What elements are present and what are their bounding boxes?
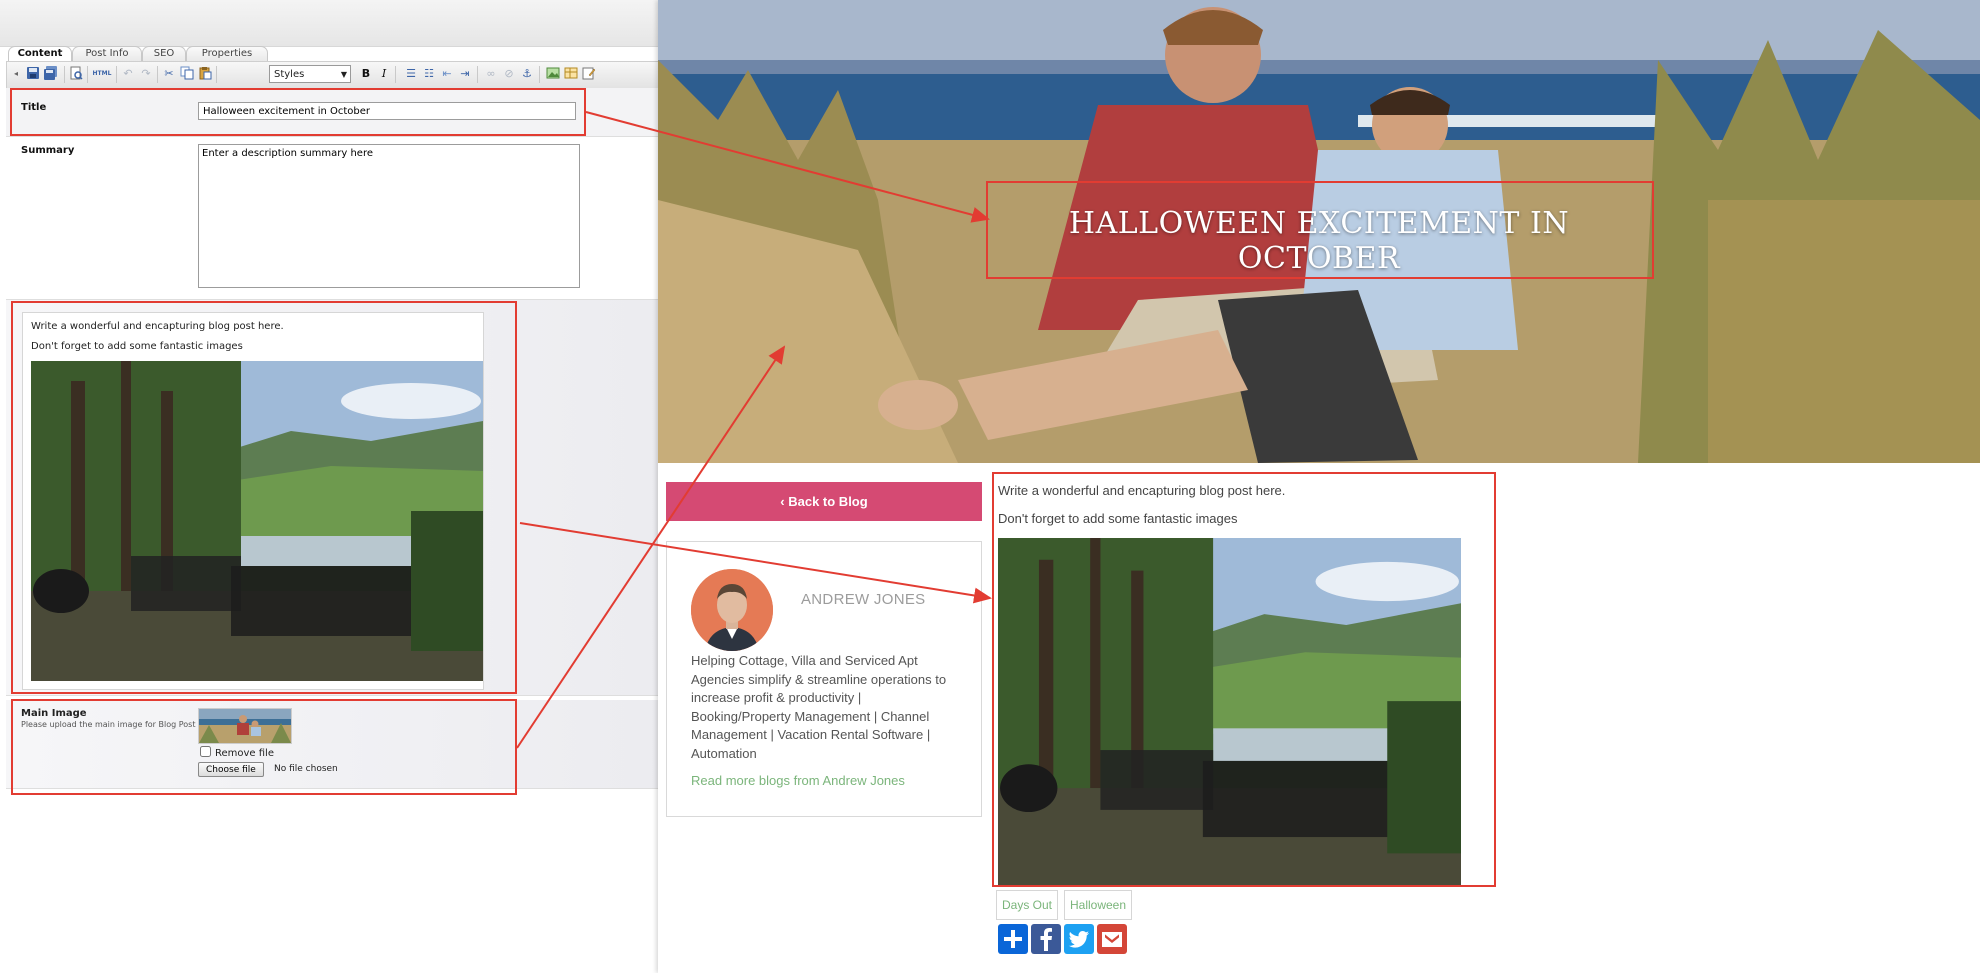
toolbar-separator [539, 66, 540, 83]
post-paragraph: Write a wonderful and encapturing blog p… [998, 483, 1286, 498]
editor-paragraph: Don't forget to add some fantastic image… [31, 341, 243, 352]
toolbar-separator [116, 66, 117, 83]
toolbar-separator [64, 66, 65, 83]
insert-table-icon[interactable] [563, 66, 579, 82]
indent-icon[interactable]: ⇥ [457, 66, 473, 82]
editor-paragraph: Write a wonderful and encapturing blog p… [31, 321, 284, 332]
back-to-blog-label: Back to Blog [788, 494, 868, 509]
main-image-field-row: Main Image Please upload the main image … [6, 700, 658, 789]
summary-textarea[interactable]: Enter a description summary here [198, 144, 580, 288]
title-label: Title [21, 102, 47, 113]
undo-icon[interactable]: ↶ [120, 66, 136, 82]
toolbar-separator [157, 66, 158, 83]
remove-file-label: Remove file [215, 748, 274, 759]
paste-icon[interactable] [197, 66, 213, 82]
title-field-row: Title [6, 88, 658, 137]
hero-title: HALLOWEEN EXCITEMENT IN OCTOBER [1068, 206, 1570, 276]
share-add-button[interactable] [998, 924, 1028, 954]
cut-icon[interactable]: ✂ [161, 66, 177, 82]
save-all-icon[interactable] [43, 66, 59, 82]
share-facebook-button[interactable] [1031, 924, 1061, 954]
share-twitter-button[interactable] [1064, 924, 1094, 954]
tab-properties[interactable]: Properties [186, 46, 268, 61]
avatar [691, 569, 773, 651]
copy-icon[interactable] [179, 66, 195, 82]
summary-field-row: Summary Enter a description summary here [6, 137, 658, 300]
back-to-blog-button[interactable]: ‹ Back to Blog [666, 482, 982, 521]
gmail-icon [1102, 932, 1122, 947]
italic-button[interactable]: I [376, 66, 392, 82]
html-source-button[interactable]: HTML [91, 66, 113, 82]
unlink-icon[interactable]: ⊘ [501, 66, 517, 82]
choose-file-button[interactable]: Choose file [198, 762, 264, 777]
cms-editor-panel: Content Post Info SEO Properties ◂ HTML … [0, 0, 658, 973]
insert-image-icon[interactable] [545, 66, 561, 82]
numbered-list-icon[interactable]: ☷ [421, 66, 437, 82]
hero-image: HALLOWEEN EXCITEMENT IN OCTOBER [658, 0, 1980, 463]
read-more-author-link[interactable]: Read more blogs from Andrew Jones [691, 773, 905, 788]
edit-form-icon[interactable] [581, 66, 597, 82]
tag-days-out[interactable]: Days Out [996, 890, 1059, 920]
styles-select[interactable]: Styles ▼ [269, 65, 351, 83]
title-input[interactable] [198, 102, 576, 120]
author-name: ANDREW JONES [801, 591, 926, 608]
remove-file-checkbox[interactable] [200, 746, 211, 757]
anchor-icon[interactable]: ⚓ [519, 66, 535, 82]
main-image-thumbnail [198, 708, 292, 744]
tab-seo[interactable]: SEO [142, 46, 186, 61]
preview-icon[interactable] [68, 66, 84, 82]
author-bio: Helping Cottage, Villa and Serviced Apt … [691, 653, 947, 761]
main-image-help-text: Please upload the main image for Blog Po… [21, 720, 196, 729]
toolbar-separator [87, 66, 88, 83]
chevron-down-icon: ▼ [340, 70, 347, 79]
blog-post-preview: HALLOWEEN EXCITEMENT IN OCTOBER ‹ Back t… [658, 0, 1980, 973]
share-gmail-button[interactable] [1097, 924, 1127, 954]
summary-label: Summary [21, 145, 75, 156]
no-file-chosen-text: No file chosen [274, 764, 338, 774]
tab-content[interactable]: Content [8, 46, 72, 62]
save-icon[interactable] [25, 66, 41, 82]
toolbar-separator [216, 66, 217, 83]
bulleted-list-icon[interactable]: ☰ [403, 66, 419, 82]
toolbar-separator [477, 66, 478, 83]
post-paragraph: Don't forget to add some fantastic image… [998, 511, 1238, 526]
bold-button[interactable]: B [358, 66, 374, 82]
editor-forest-river-image[interactable] [31, 361, 483, 681]
redo-icon[interactable]: ↷ [138, 66, 154, 82]
author-card: ANDREW JONES Helping Cottage, Villa and … [666, 541, 982, 817]
toolbar-separator [395, 66, 396, 83]
twitter-icon [1068, 931, 1089, 948]
outdent-icon[interactable]: ⇤ [439, 66, 455, 82]
main-image-label: Main Image [21, 708, 87, 719]
cms-top-bar [0, 0, 658, 47]
post-forest-river-image [998, 538, 1461, 886]
rich-text-editor-body[interactable]: Write a wonderful and encapturing blog p… [22, 312, 484, 690]
editor-toolbar: ◂ HTML ↶ ↷ ✂ Styles ▼ B I ☰ ☷ ⇤ ⇥ ∞ ⊘ ⚓ [6, 61, 658, 89]
plus-icon [1004, 930, 1022, 948]
styles-select-value: Styles [274, 69, 305, 80]
facebook-icon [1040, 928, 1052, 951]
rich-text-editor-area: Write a wonderful and encapturing blog p… [6, 300, 658, 696]
tag-halloween[interactable]: Halloween [1064, 890, 1133, 920]
remove-file-option[interactable]: Remove file [200, 746, 274, 760]
toolbar-collapse-icon[interactable]: ◂ [8, 66, 24, 82]
tab-post-info[interactable]: Post Info [72, 46, 142, 61]
link-icon[interactable]: ∞ [483, 66, 499, 82]
